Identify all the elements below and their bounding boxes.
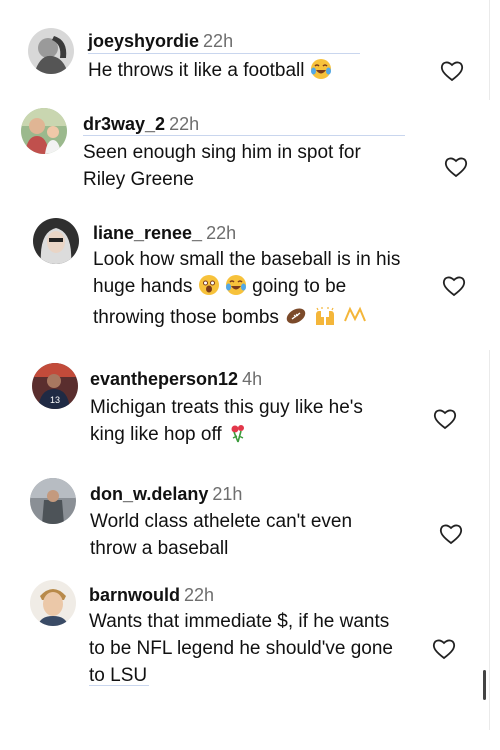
avatar[interactable]: 13	[32, 363, 78, 409]
timestamp: 22h	[206, 223, 237, 243]
scrollbar-thumb[interactable]	[483, 670, 486, 700]
comment-text: World class athelete can't even throw a …	[90, 508, 352, 562]
svg-text:13: 13	[50, 395, 60, 405]
comment-text: Seen enough sing him in spot for Riley G…	[83, 139, 361, 193]
comment-meta: joeyshyordie 22h	[88, 31, 233, 52]
username-underline	[83, 135, 405, 136]
username-underline	[88, 53, 360, 54]
timestamp: 4h	[242, 369, 263, 389]
heart-icon[interactable]	[432, 638, 456, 660]
heart-icon[interactable]	[440, 60, 464, 82]
avatar[interactable]	[30, 580, 76, 626]
comment-fragment: going to be	[252, 276, 347, 297]
comment-text: Michigan treats this guy like he's king …	[90, 394, 363, 452]
heart-icon[interactable]	[442, 275, 466, 297]
sparkle-mark-emoji-icon	[343, 305, 367, 335]
heart-icon[interactable]	[444, 156, 468, 178]
username[interactable]: evantheperson12	[90, 369, 238, 389]
timestamp: 22h	[169, 114, 200, 134]
scrollbar-track	[489, 0, 490, 100]
username[interactable]: barnwould	[89, 585, 180, 605]
timestamp: 21h	[212, 484, 243, 504]
football-emoji-icon	[284, 305, 308, 335]
username[interactable]: joeyshyordie	[88, 31, 199, 51]
comment-meta: liane_renee_ 22h	[93, 223, 236, 244]
laughing-tears-emoji-icon	[225, 274, 247, 304]
comment-line: World class athelete can't even	[90, 511, 353, 532]
comment-line: Wants that immediate $, if he wants	[89, 611, 390, 632]
flower-bouquet-emoji-icon	[227, 422, 249, 452]
raising-hands-emoji-icon	[313, 305, 337, 335]
heart-icon[interactable]	[433, 408, 457, 430]
laughing-tears-emoji-icon	[310, 58, 332, 88]
comment-line: Seen enough sing him in spot for	[83, 142, 361, 163]
comment-line: He throws it like a football	[88, 60, 305, 81]
astonished-emoji-icon	[198, 274, 220, 304]
comment-meta: dr3way_2 22h	[83, 114, 199, 135]
comment-line: Look how small the baseball is in his	[93, 249, 401, 270]
avatar[interactable]	[33, 218, 79, 264]
username[interactable]: don_w.delany	[90, 484, 208, 504]
comment-line: throwing those bombs	[93, 304, 400, 335]
comment-meta: barnwould 22h	[89, 585, 214, 606]
comment-meta: evantheperson12 4h	[90, 369, 262, 390]
username[interactable]: dr3way_2	[83, 114, 165, 134]
comment-fragment: huge hands	[93, 276, 193, 297]
comment-text: He throws it like a football	[88, 57, 332, 88]
username[interactable]: liane_renee_	[93, 223, 202, 243]
avatar[interactable]	[28, 28, 74, 74]
comment-fragment: king like hop off	[90, 424, 222, 445]
text-underline	[89, 685, 149, 686]
avatar[interactable]	[21, 108, 67, 154]
comment-fragment: throwing those bombs	[93, 307, 279, 328]
comment-line: to be NFL legend he should've gone	[89, 638, 393, 659]
comment-line: Riley Greene	[83, 169, 194, 190]
comment-text: Wants that immediate $, if he wants to b…	[89, 608, 393, 689]
comment-meta: don_w.delany 21h	[90, 484, 242, 505]
comment-line: throw a baseball	[90, 538, 229, 559]
comment-text: Look how small the baseball is in his hu…	[93, 246, 400, 335]
avatar[interactable]	[30, 478, 76, 524]
timestamp: 22h	[203, 31, 234, 51]
comment-line: huge hands going to be	[93, 273, 400, 304]
timestamp: 22h	[184, 585, 215, 605]
comment-line: king like hop off	[90, 421, 363, 452]
comment-line: Michigan treats this guy like he's	[90, 397, 363, 418]
scrollbar-track	[489, 350, 490, 730]
heart-icon[interactable]	[439, 523, 463, 545]
